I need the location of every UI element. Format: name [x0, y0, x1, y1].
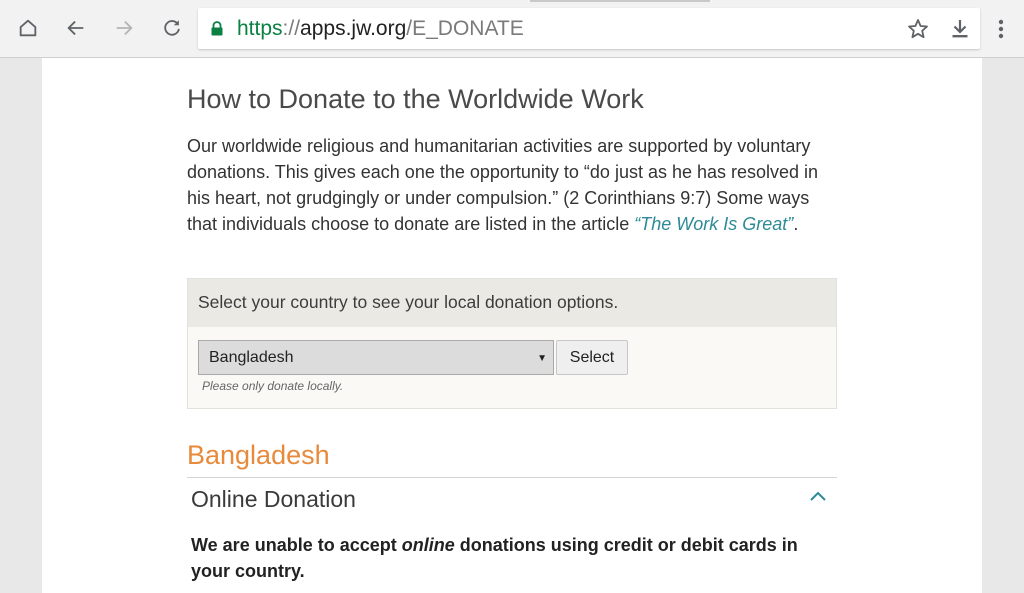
url-text: https://apps.jw.org/E_DONATE: [237, 17, 524, 41]
chevron-up-icon[interactable]: [807, 486, 829, 508]
browser-toolbar: https://apps.jw.org/E_DONATE: [0, 0, 1024, 58]
work-is-great-link[interactable]: “The Work Is Great”: [634, 214, 793, 234]
forward-button[interactable]: [107, 11, 141, 45]
reload-button[interactable]: [155, 11, 189, 45]
bookmark-star-icon[interactable]: [906, 17, 930, 41]
online-donation-accordion-title[interactable]: Online Donation: [191, 483, 356, 515]
intro-paragraph: Our worldwide religious and humanitarian…: [187, 133, 837, 237]
lock-icon: [211, 21, 223, 36]
url-separator: ://: [282, 17, 301, 40]
country-heading: Bangladesh: [187, 440, 330, 470]
country-selector-panel: Select your country to see your local do…: [187, 278, 837, 409]
page-content: How to Donate to the Worldwide Work Our …: [42, 58, 982, 593]
address-bar[interactable]: https://apps.jw.org/E_DONATE: [198, 8, 980, 49]
select-button[interactable]: Select: [556, 340, 628, 375]
url-scheme: https: [237, 17, 283, 40]
tab-strip-edge: [530, 0, 710, 2]
url-host: apps.jw.org: [300, 17, 407, 40]
donate-locally-hint: Please only donate locally.: [202, 379, 344, 393]
online-donation-message: We are unable to accept online donations…: [191, 532, 837, 584]
reload-icon: [164, 20, 180, 36]
arrow-left-icon: [67, 20, 84, 36]
section-divider: [187, 477, 837, 478]
arrow-right-icon: [116, 20, 133, 36]
page-title: How to Donate to the Worldwide Work: [187, 84, 644, 114]
dropdown-arrow-icon: ▼: [537, 353, 547, 364]
country-dropdown-value: Bangladesh: [209, 349, 294, 366]
home-button[interactable]: [11, 11, 45, 45]
intro-end: .: [793, 214, 799, 234]
url-path: /E_DONATE: [406, 17, 524, 40]
country-selector-heading: Select your country to see your local do…: [188, 279, 836, 327]
home-icon: [19, 19, 37, 37]
message-emphasis: online: [401, 535, 455, 555]
country-dropdown[interactable]: Bangladesh ▼: [198, 340, 554, 375]
more-menu-icon[interactable]: [988, 16, 1014, 42]
message-start: We are unable to accept: [191, 535, 402, 555]
download-icon[interactable]: [948, 17, 972, 41]
back-button[interactable]: [59, 11, 93, 45]
